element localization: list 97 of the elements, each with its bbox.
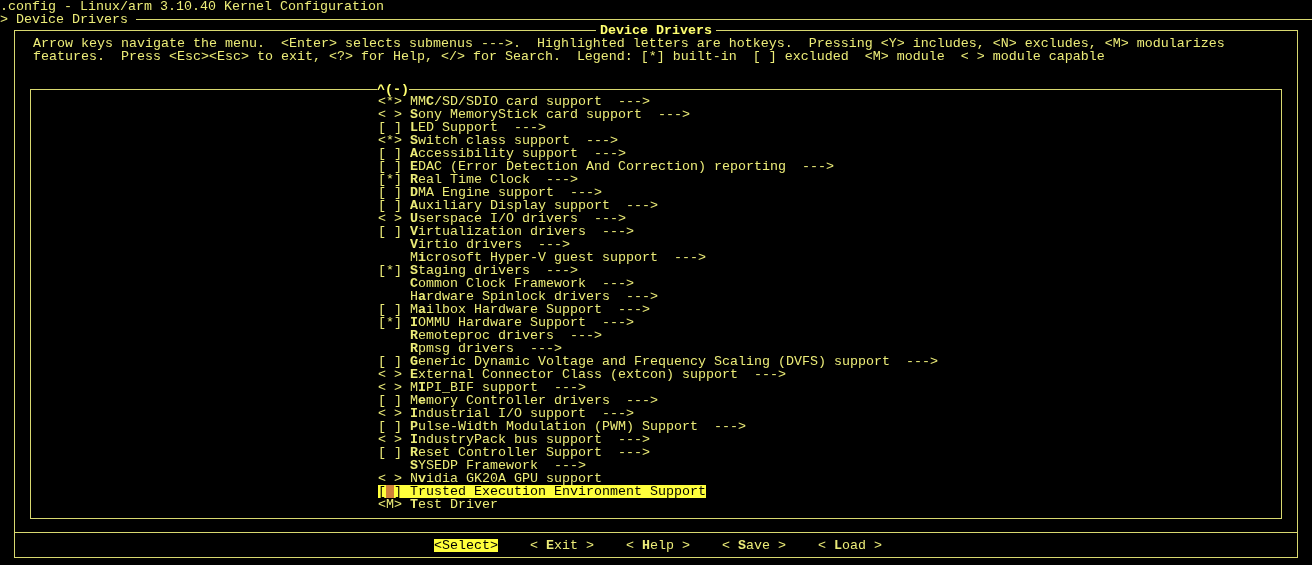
submenu-arrow: --->	[617, 95, 650, 108]
menu-item[interactable]: MMC/SD/SDIO card support	[410, 95, 602, 108]
option-state: [*]	[378, 264, 403, 277]
option-state: [ ]	[378, 420, 403, 433]
menu-item[interactable]: Nvidia GK20A GPU support	[410, 472, 602, 485]
submenu-arrow: --->	[570, 329, 602, 342]
submenu-arrow: --->	[530, 342, 562, 355]
menu-item[interactable]: IOMMU Hardware Support	[410, 316, 586, 329]
option-state: [ ]	[378, 186, 403, 199]
menu-item[interactable]: Microsoft Hyper-V guest support	[410, 251, 658, 264]
submenu-arrow: --->	[625, 199, 658, 212]
option-state: < >	[378, 368, 403, 381]
submenu-arrow: --->	[593, 212, 626, 225]
menu-item[interactable]: Switch class support	[410, 134, 570, 147]
submenu-arrow: --->	[905, 355, 938, 368]
menu-item[interactable]: External Connector Class (extcon) support	[410, 368, 738, 381]
menu-item[interactable]: Generic Dynamic Voltage and Frequency Scaling (DVFS) support	[410, 355, 890, 368]
dialog-button[interactable]: <Select>	[434, 539, 498, 552]
submenu-arrow: --->	[593, 147, 626, 160]
menu-item[interactable]: Accessibility support	[410, 147, 578, 160]
menu-item[interactable]: Memory Controller drivers	[410, 394, 610, 407]
submenu-arrow: --->	[713, 420, 746, 433]
menu-item[interactable]: Auxiliary Display support	[410, 199, 610, 212]
menu-item[interactable]: Remoteproc drivers	[410, 329, 554, 342]
menu-item[interactable]: Sony MemoryStick card support	[410, 108, 642, 121]
option-state: [ ]	[378, 160, 403, 173]
option-state: [ ]	[378, 121, 403, 134]
option-state: <M>	[378, 498, 403, 511]
dialog-button[interactable]: < Help >	[626, 539, 690, 552]
option-state: < >	[378, 381, 403, 394]
option-state: < >	[378, 407, 403, 420]
menu-item[interactable]: Trusted Execution Environment Support	[410, 485, 706, 498]
submenu-arrow: --->	[546, 264, 578, 277]
submenu-arrow: --->	[554, 459, 586, 472]
menu-item[interactable]: Userspace I/O drivers	[410, 212, 578, 225]
menu-item[interactable]: MIPI_BIF support	[410, 381, 538, 394]
submenu-arrow: --->	[673, 251, 706, 264]
option-state: < >	[378, 472, 403, 485]
option-state: [ ]	[378, 147, 403, 160]
submenu-arrow: --->	[657, 108, 690, 121]
dialog-button[interactable]: < Exit >	[530, 539, 594, 552]
option-state: [ ]	[378, 355, 403, 368]
menu-item[interactable]: Real Time Clock	[410, 173, 530, 186]
submenu-arrow: --->	[617, 446, 650, 459]
menu-item[interactable]: Test Driver	[410, 498, 498, 511]
menu-item[interactable]: Industrial I/O support	[410, 407, 586, 420]
option-state: [ ]	[378, 446, 403, 459]
submenu-arrow: --->	[617, 303, 650, 316]
submenu-arrow: --->	[601, 225, 634, 238]
submenu-arrow: --->	[625, 394, 658, 407]
option-state: <*>	[378, 95, 402, 108]
dialog-button[interactable]: < Load >	[818, 539, 882, 552]
menu-item[interactable]: Hardware Spinlock drivers	[410, 290, 610, 303]
submenu-arrow: --->	[514, 121, 546, 134]
menu-item[interactable]: EDAC (Error Detection And Correction) reporting	[410, 160, 786, 173]
submenu-arrow: --->	[617, 433, 650, 446]
menu-item[interactable]: LED Support	[410, 121, 498, 134]
submenu-arrow: --->	[570, 186, 602, 199]
menu-item[interactable]: IndustryPack bus support	[410, 433, 602, 446]
scroll-indicator: ^(-)	[377, 83, 409, 96]
option-state: [ ]	[378, 303, 403, 316]
option-state: [ ]	[378, 485, 410, 498]
window-title: .config - Linux/arm 3.10.40 Kernel Configuration	[0, 0, 385, 13]
menu-item[interactable]: Rpmsg drivers	[410, 342, 514, 355]
submenu-arrow: --->	[801, 160, 834, 173]
option-state: <*>	[378, 134, 403, 147]
help-text: Arrow keys navigate the menu. <Enter> selects submenus --->. Highlighted letters are hotkeys. Pressing <Y> includes, <N> excludes, <M> modularizes	[33, 37, 1226, 50]
menu-item[interactable]: Common Clock Framework	[410, 277, 586, 290]
option-state: [ ]	[378, 394, 403, 407]
submenu-arrow: --->	[546, 173, 578, 186]
dialog-button[interactable]: < Save >	[722, 539, 786, 552]
menu-item[interactable]: Pulse-Width Modulation (PWM) Support	[410, 420, 698, 433]
submenu-arrow: --->	[554, 381, 586, 394]
breadcrumb: > Device Drivers	[0, 13, 128, 26]
help-text: features. Press <Esc><Esc> to exit, <?> for Help, </> for Search. Legend: [*] built-in [ ] excluded <M> module < > module capable	[33, 50, 1106, 63]
option-state: [*]	[378, 173, 403, 186]
menu-item[interactable]: Virtio drivers	[410, 238, 522, 251]
dialog-title: Device Drivers	[596, 24, 716, 37]
option-state: < >	[378, 433, 403, 446]
menu-item[interactable]: Staging drivers	[410, 264, 530, 277]
menu-item[interactable]: DMA Engine support	[410, 186, 554, 199]
menu-item[interactable]: Mailbox Hardware Support	[410, 303, 602, 316]
option-state: [ ]	[378, 225, 403, 238]
menu-item[interactable]: SYSEDP Framework	[410, 459, 538, 472]
submenu-arrow: --->	[601, 407, 634, 420]
submenu-arrow: --->	[538, 238, 570, 251]
option-state: < >	[378, 108, 403, 121]
option-state: < >	[378, 212, 403, 225]
option-state: [ ]	[378, 199, 403, 212]
option-state: [*]	[378, 316, 403, 329]
menu-item[interactable]: Virtualization drivers	[410, 225, 586, 238]
submenu-arrow: --->	[625, 290, 658, 303]
menu-item[interactable]: Reset Controller Support	[410, 446, 602, 459]
submenu-arrow: --->	[601, 316, 634, 329]
submenu-arrow: --->	[601, 277, 634, 290]
submenu-arrow: --->	[585, 134, 618, 147]
submenu-arrow: --->	[753, 368, 786, 381]
